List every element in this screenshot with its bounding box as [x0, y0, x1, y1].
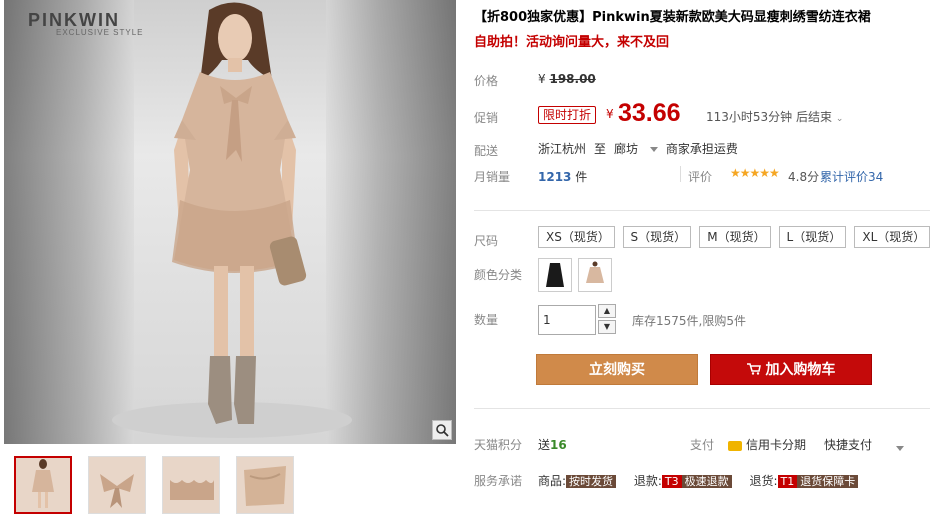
quantity-increase-button[interactable]: ▲	[598, 304, 616, 318]
stock-info: 库存1575件,限购5件	[632, 314, 746, 328]
promo-label: 促销	[474, 111, 499, 125]
size-label: 尺码	[474, 234, 499, 248]
add-to-cart-button[interactable]: 加入购物车	[710, 354, 872, 385]
promo-price: 33.66	[618, 99, 681, 127]
shipping-fee: 商家承担运费	[665, 142, 738, 156]
sales-unit: 件	[575, 170, 588, 184]
buy-now-button[interactable]: 立刻购买	[536, 354, 698, 385]
divider	[474, 408, 930, 409]
model-illustration	[112, 2, 352, 438]
service-tag: 按时发货	[566, 475, 617, 488]
ship-from: 浙江杭州	[538, 142, 587, 156]
thumbnail-model[interactable]	[14, 456, 72, 514]
rating-label: 评价	[688, 170, 713, 184]
size-option-s[interactable]: S（现货）	[622, 226, 692, 248]
size-options: XS（现货） S（现货） M（现货） L（现货） XL（现货）	[538, 226, 930, 248]
promo-badge: 限时打折	[538, 106, 597, 124]
thumbnail-fabric-detail[interactable]	[236, 456, 294, 514]
brand-tagline: EXCLUSIVE STYLE	[56, 28, 144, 37]
service-fast-refund[interactable]: 退款: T3 极速退款	[634, 474, 732, 488]
credit-installment-label: 信用卡分期	[746, 438, 807, 452]
divider	[474, 210, 930, 211]
service-tag: 极速退款	[681, 475, 732, 488]
color-option-black[interactable]	[538, 258, 572, 292]
countdown-text: 113小时53分钟 后结束	[706, 110, 832, 124]
shipping-info: 浙江杭州至廊坊 商家承担运费	[538, 140, 746, 157]
currency-symbol: ¥	[538, 72, 546, 86]
service-prefix: 退款:	[633, 474, 662, 488]
credit-installment[interactable]: 信用卡分期	[728, 436, 806, 453]
shipping-label: 配送	[474, 144, 499, 158]
ship-to: 廊坊	[614, 142, 639, 156]
main-product-image[interactable]: PINKWIN EXCLUSIVE STYLE	[4, 0, 456, 444]
add-to-cart-label: 加入购物车	[765, 362, 836, 378]
sales-count: 1213	[538, 170, 572, 184]
magnifier-icon[interactable]	[432, 420, 452, 440]
points-prefix: 送	[538, 438, 551, 452]
points-label: 天猫积分	[474, 438, 523, 452]
credit-card-icon	[728, 440, 742, 451]
service-label: 服务承诺	[474, 474, 523, 488]
chevron-down-icon: ⌄	[835, 114, 844, 124]
original-price: ¥ 198.00	[538, 72, 596, 86]
promo-currency: ¥	[606, 107, 614, 121]
ship-to-word: 至	[594, 142, 607, 156]
color-option-nude[interactable]	[578, 258, 612, 292]
service-tag: 退货保障卡	[797, 475, 859, 488]
service-return-card[interactable]: 退货: T1 退货保障卡	[749, 474, 859, 488]
quantity-stepper: ▲ ▼	[598, 304, 616, 334]
color-options	[538, 258, 612, 292]
reviews-link[interactable]: 累计评价34	[820, 168, 883, 185]
service-ontime-shipping[interactable]: 商品: 按时发货	[538, 474, 617, 488]
promo-countdown[interactable]: 113小时53分钟 后结束 ⌄	[706, 108, 843, 125]
thumbnail-ruffle-detail[interactable]	[162, 456, 220, 514]
size-option-xl[interactable]: XL（现货）	[854, 226, 930, 248]
product-subtitle: 自助拍！活动询问量大，来不及回	[474, 35, 670, 50]
pay-label: 支付	[690, 438, 715, 452]
original-price-value: 198.00	[549, 72, 596, 86]
sales-label: 月销量	[474, 170, 511, 184]
size-option-m[interactable]: M（现货）	[699, 226, 771, 248]
rating-score: 4.8分	[788, 170, 820, 184]
size-option-xs[interactable]: XS（现货）	[538, 226, 615, 248]
quantity-input[interactable]	[538, 305, 596, 335]
size-option-l[interactable]: L（现货）	[778, 226, 847, 248]
service-code: T1	[777, 475, 798, 488]
service-prefix: 商品:	[538, 474, 567, 488]
thumbnail-bow-detail[interactable]	[88, 456, 146, 514]
service-promises: 商品: 按时发货 退款: T3 极速退款 退货: T1 退货保障卡	[538, 472, 872, 489]
points-value: 16	[550, 438, 567, 452]
divider	[680, 166, 681, 182]
monthly-sales: 1213 件	[538, 168, 587, 185]
product-title: 【折800独家优惠】Pinkwin夏装新款欧美大码显瘦刺绣雪纺连衣裙	[474, 10, 871, 25]
quantity-label: 数量	[474, 313, 499, 327]
chevron-down-icon[interactable]	[896, 441, 904, 455]
service-code: T3	[661, 475, 682, 488]
thumbnail-strip	[14, 456, 294, 514]
cart-icon	[746, 362, 766, 378]
ship-to-select[interactable]: 廊坊	[614, 142, 658, 156]
quantity-decrease-button[interactable]: ▼	[598, 320, 616, 334]
star-rating: ★★★★★	[730, 166, 780, 180]
service-prefix: 退货:	[749, 474, 778, 488]
quick-pay[interactable]: 快捷支付	[824, 436, 872, 453]
chevron-down-icon	[649, 147, 658, 152]
color-label: 颜色分类	[474, 268, 523, 282]
price-label: 价格	[474, 74, 499, 88]
points-info: 送16	[538, 436, 567, 453]
